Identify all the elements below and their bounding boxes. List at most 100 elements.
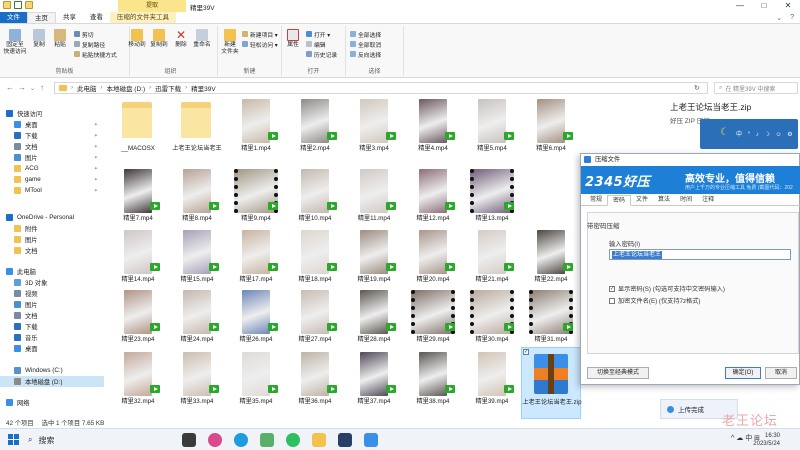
breadcrumb-item[interactable]: 此电脑 (77, 83, 97, 93)
nav-item[interactable]: 音乐 (0, 332, 104, 343)
nav-item[interactable]: 下载 ✦ (0, 130, 104, 141)
tab-compressed-tools[interactable]: 压缩的文件夹工具 (110, 12, 176, 23)
back-arrow-icon[interactable]: ← (6, 83, 14, 92)
file-tile[interactable]: 精里37.mp4 (344, 347, 404, 419)
file-tile[interactable]: 精里36.mp4 (285, 347, 345, 419)
nav-item[interactable]: 本地磁盘 (D:) (0, 376, 104, 387)
windows-start-icon[interactable] (8, 434, 20, 446)
delete-button[interactable]: ✕ 删除 (172, 29, 190, 49)
move-to-button[interactable]: 移动到 (126, 29, 148, 49)
properties-button[interactable]: 属性 (284, 29, 302, 49)
nav-item[interactable]: 网络 (0, 397, 104, 408)
chevron-down-icon[interactable]: ⌄ (776, 14, 782, 22)
folder-icon[interactable] (3, 1, 11, 9)
nav-item[interactable]: 视频 (0, 288, 104, 299)
edit-button[interactable]: 编辑 (306, 40, 326, 49)
nav-item[interactable]: 桌面 ✦ (0, 119, 104, 130)
file-tile[interactable]: 精里38.mp4 (403, 347, 463, 419)
file-tile[interactable]: 精里2.mp4 (285, 94, 345, 166)
tab-home[interactable]: 主页 (27, 12, 56, 23)
dialog-tab[interactable]: 文件 (631, 195, 653, 205)
nav-item[interactable]: 图片 (0, 299, 104, 310)
file-tile[interactable]: 精里39.mp4 (462, 347, 522, 419)
easy-access-button[interactable]: 轻松访问 ▾ (242, 40, 278, 49)
pin-quick-access-button[interactable]: 固定至 快速访问 (3, 29, 27, 56)
app-icon[interactable] (260, 433, 274, 447)
file-tile[interactable]: 精里4.mp4 (403, 94, 463, 166)
password-input[interactable]: 上老王论坛当老王 (609, 249, 791, 260)
nav-item[interactable]: 图片 ✦ (0, 152, 104, 163)
checkmark-icon[interactable] (14, 1, 22, 9)
close-button[interactable]: ✕ (776, 0, 800, 12)
rename-button[interactable]: 重命名 (190, 29, 214, 49)
dialog-tab[interactable]: 注释 (697, 195, 719, 205)
folder-icon[interactable] (25, 1, 33, 9)
clock[interactable]: 16:30 2023/5/24 (753, 432, 780, 448)
open-button[interactable]: 打开 ▾ (306, 30, 330, 39)
file-tile[interactable]: 精里32.mp4 (108, 347, 168, 419)
file-tile[interactable]: 精里3.mp4 (344, 94, 404, 166)
tab-share[interactable]: 共享 (56, 12, 83, 23)
ok-button[interactable]: 确定(O) (725, 367, 761, 379)
copy-button[interactable]: 复制 (30, 29, 48, 49)
nav-item[interactable]: OneDrive - Personal (0, 212, 104, 223)
file-tile[interactable]: ✓ 上老王论坛当老王.zip (521, 347, 582, 419)
context-tab-extract[interactable]: 提取 (118, 0, 186, 12)
taskbar-search[interactable]: ⌕ 搜索 (28, 432, 168, 448)
refresh-icon[interactable]: ↻ (694, 84, 700, 92)
encrypt-filenames-checkbox[interactable]: 加密文件名(E) (仅支持7z格式) (609, 296, 701, 305)
nav-item[interactable]: MTool ✦ (0, 185, 104, 196)
paste-button[interactable]: 粘贴 (50, 29, 70, 49)
haozip-taskbar-icon[interactable] (364, 433, 378, 447)
cut-button[interactable]: 剪切 (74, 30, 94, 39)
file-tile[interactable]: 精里1.mp4 (226, 94, 286, 166)
search-input[interactable]: ⌕ 在 精里39V 中搜索 (714, 82, 798, 94)
tab-view[interactable]: 查看 (83, 12, 110, 23)
nav-item[interactable]: 图片 (0, 234, 104, 245)
file-tile[interactable]: __MACOSX (108, 94, 168, 166)
dialog-tab[interactable]: 常规 (585, 195, 607, 205)
select-all-button[interactable]: 全部选择 (350, 30, 381, 39)
nav-item[interactable]: 附件 (0, 223, 104, 234)
select-none-button[interactable]: 全部取消 (350, 40, 381, 49)
tab-file[interactable]: 文件 (0, 12, 27, 23)
dialog-tab[interactable]: 密码 (607, 195, 632, 206)
nav-item[interactable]: 文档 (0, 310, 104, 321)
nav-item[interactable]: 此电脑 (0, 266, 104, 277)
nav-item[interactable]: Windows (C:) (0, 365, 104, 376)
maximize-button[interactable]: □ (752, 0, 776, 12)
dialog-tab[interactable]: 算法 (653, 195, 675, 205)
browser-icon[interactable] (208, 433, 222, 447)
nav-item[interactable]: game ✦ (0, 174, 104, 185)
copy-path-button[interactable]: 复制路径 (74, 40, 105, 49)
forward-arrow-icon[interactable]: → (18, 83, 26, 92)
nav-item[interactable]: 文档 ✦ (0, 141, 104, 152)
cancel-button[interactable]: 取消 (765, 367, 797, 379)
help-icon[interactable]: ? (790, 14, 794, 21)
switch-classic-mode-button[interactable]: 切换至经典模式 (587, 367, 649, 379)
nav-item[interactable]: 文档 (0, 245, 104, 256)
file-tile[interactable]: 精里6.mp4 (521, 94, 581, 166)
history-button[interactable]: 历史记录 (306, 50, 337, 59)
show-password-checkbox[interactable]: ✓ 显示密码(S) (勾选可支持中文密码输入) (609, 284, 725, 293)
file-tile[interactable]: 精里5.mp4 (462, 94, 522, 166)
invert-selection-button[interactable]: 反向选择 (350, 50, 381, 59)
file-tile[interactable]: 精里35.mp4 (226, 347, 286, 419)
selection-checkbox[interactable]: ✓ (523, 349, 529, 355)
file-tile[interactable]: 精里33.mp4 (167, 347, 227, 419)
file-explorer-icon[interactable] (312, 433, 326, 447)
new-item-button[interactable]: 新建项目 ▾ (242, 30, 278, 39)
wechat-icon[interactable] (286, 433, 300, 447)
minimize-button[interactable]: — (728, 0, 752, 12)
new-folder-button[interactable]: 新建 文件夹 (220, 29, 240, 56)
paste-shortcut-button[interactable]: 粘贴快捷方式 (74, 50, 117, 59)
recent-chevron-icon[interactable]: ⌄ (30, 85, 35, 92)
nav-item[interactable]: 下载 (0, 321, 104, 332)
nav-item[interactable]: 桌面 (0, 343, 104, 354)
nav-item[interactable]: ACG ✦ (0, 163, 104, 174)
file-tile[interactable]: 上老王论坛当老王 (167, 94, 227, 166)
up-arrow-icon[interactable]: ↑ (40, 83, 44, 92)
nav-item[interactable]: 3D 对象 (0, 277, 104, 288)
copy-to-button[interactable]: 复制到 (148, 29, 170, 49)
steam-icon[interactable] (338, 433, 352, 447)
